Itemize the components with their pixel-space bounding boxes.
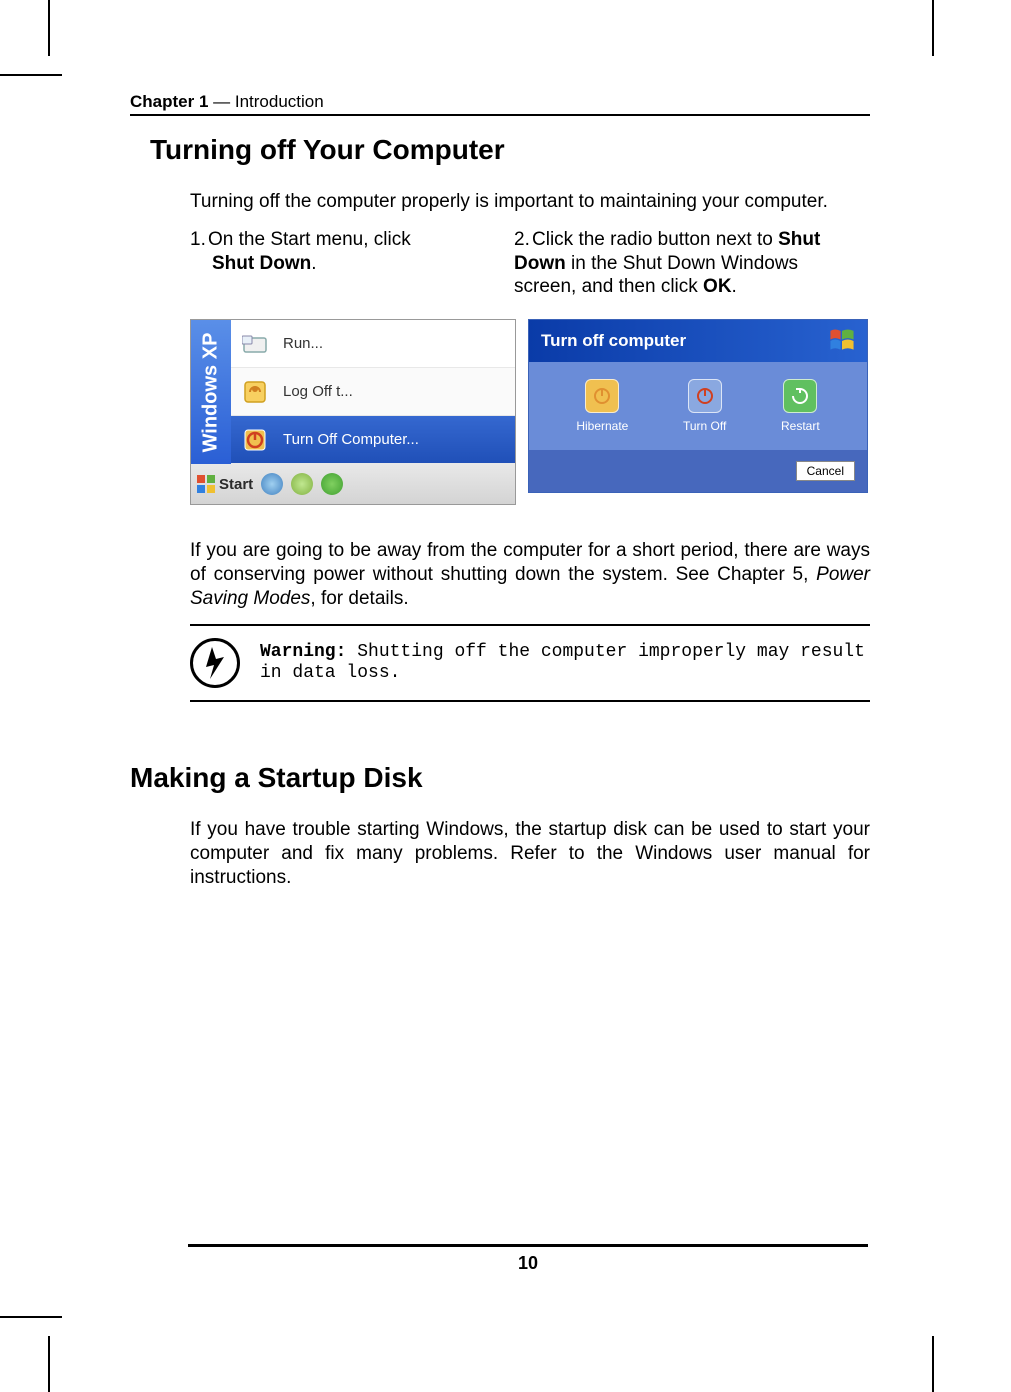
logoff-icon bbox=[241, 378, 269, 406]
step-2: 2.Click the radio button next to Shut Do… bbox=[514, 228, 864, 299]
crop-mark bbox=[932, 0, 934, 56]
crop-mark bbox=[48, 1336, 50, 1392]
hibernate-option[interactable]: Hibernate bbox=[576, 379, 628, 433]
run-icon bbox=[241, 330, 269, 358]
crop-mark bbox=[0, 74, 62, 76]
warning-icon bbox=[190, 638, 240, 688]
menu-item-run[interactable]: Run... bbox=[231, 320, 515, 368]
menu-item-turnoff[interactable]: Turn Off Computer... bbox=[231, 416, 515, 464]
menu-item-label: Turn Off Computer... bbox=[283, 431, 419, 448]
power-saving-paragraph: If you are going to be away from the com… bbox=[190, 539, 870, 610]
hibernate-icon bbox=[585, 379, 619, 413]
cancel-button[interactable]: Cancel bbox=[796, 461, 855, 481]
heading-turning-off: Turning off Your Computer bbox=[150, 134, 870, 166]
turnoff-option[interactable]: Turn Off bbox=[683, 379, 726, 433]
media-icon[interactable] bbox=[321, 473, 343, 495]
turnoff-option-icon bbox=[688, 379, 722, 413]
intro-paragraph: Turning off the computer properly is imp… bbox=[190, 190, 870, 214]
page-header: Chapter 1 — Introduction bbox=[130, 92, 870, 116]
heading-startup-disk: Making a Startup Disk bbox=[130, 762, 870, 794]
turnoff-icon bbox=[241, 426, 269, 454]
turnoff-dialog-screenshot: Turn off computer Hibernate Turn Off bbox=[528, 319, 868, 493]
menu-item-logoff[interactable]: Log Off t... bbox=[231, 368, 515, 416]
chapter-label: Chapter 1 bbox=[130, 92, 208, 111]
start-button[interactable]: Start bbox=[197, 475, 253, 493]
crop-mark bbox=[0, 1316, 62, 1318]
start-menu-screenshot: Windows XP Run... Log Off t... bbox=[190, 319, 516, 505]
dialog-titlebar: Turn off computer bbox=[529, 320, 867, 362]
crop-mark bbox=[48, 0, 50, 56]
start-menu-sidebar: Windows XP bbox=[191, 320, 231, 464]
restart-option[interactable]: Restart bbox=[781, 379, 820, 433]
crop-mark bbox=[932, 1336, 934, 1392]
startup-disk-paragraph: If you have trouble starting Windows, th… bbox=[190, 818, 870, 889]
warning-box: Warning: Shutting off the computer impro… bbox=[190, 624, 870, 702]
warning-text: Warning: Shutting off the computer impro… bbox=[260, 642, 870, 685]
quicklaunch-icon[interactable] bbox=[291, 473, 313, 495]
ie-icon[interactable] bbox=[261, 473, 283, 495]
page-number: 10 bbox=[188, 1253, 868, 1274]
menu-item-label: Log Off t... bbox=[283, 383, 353, 400]
step-1: 1.On the Start menu, click Shut Down. bbox=[190, 228, 480, 299]
restart-icon bbox=[783, 379, 817, 413]
windows-flag-icon bbox=[829, 328, 855, 354]
taskbar: Start bbox=[191, 464, 515, 504]
windows-logo-icon bbox=[197, 475, 215, 493]
page-footer: 10 bbox=[188, 1244, 868, 1274]
menu-item-label: Run... bbox=[283, 335, 323, 352]
